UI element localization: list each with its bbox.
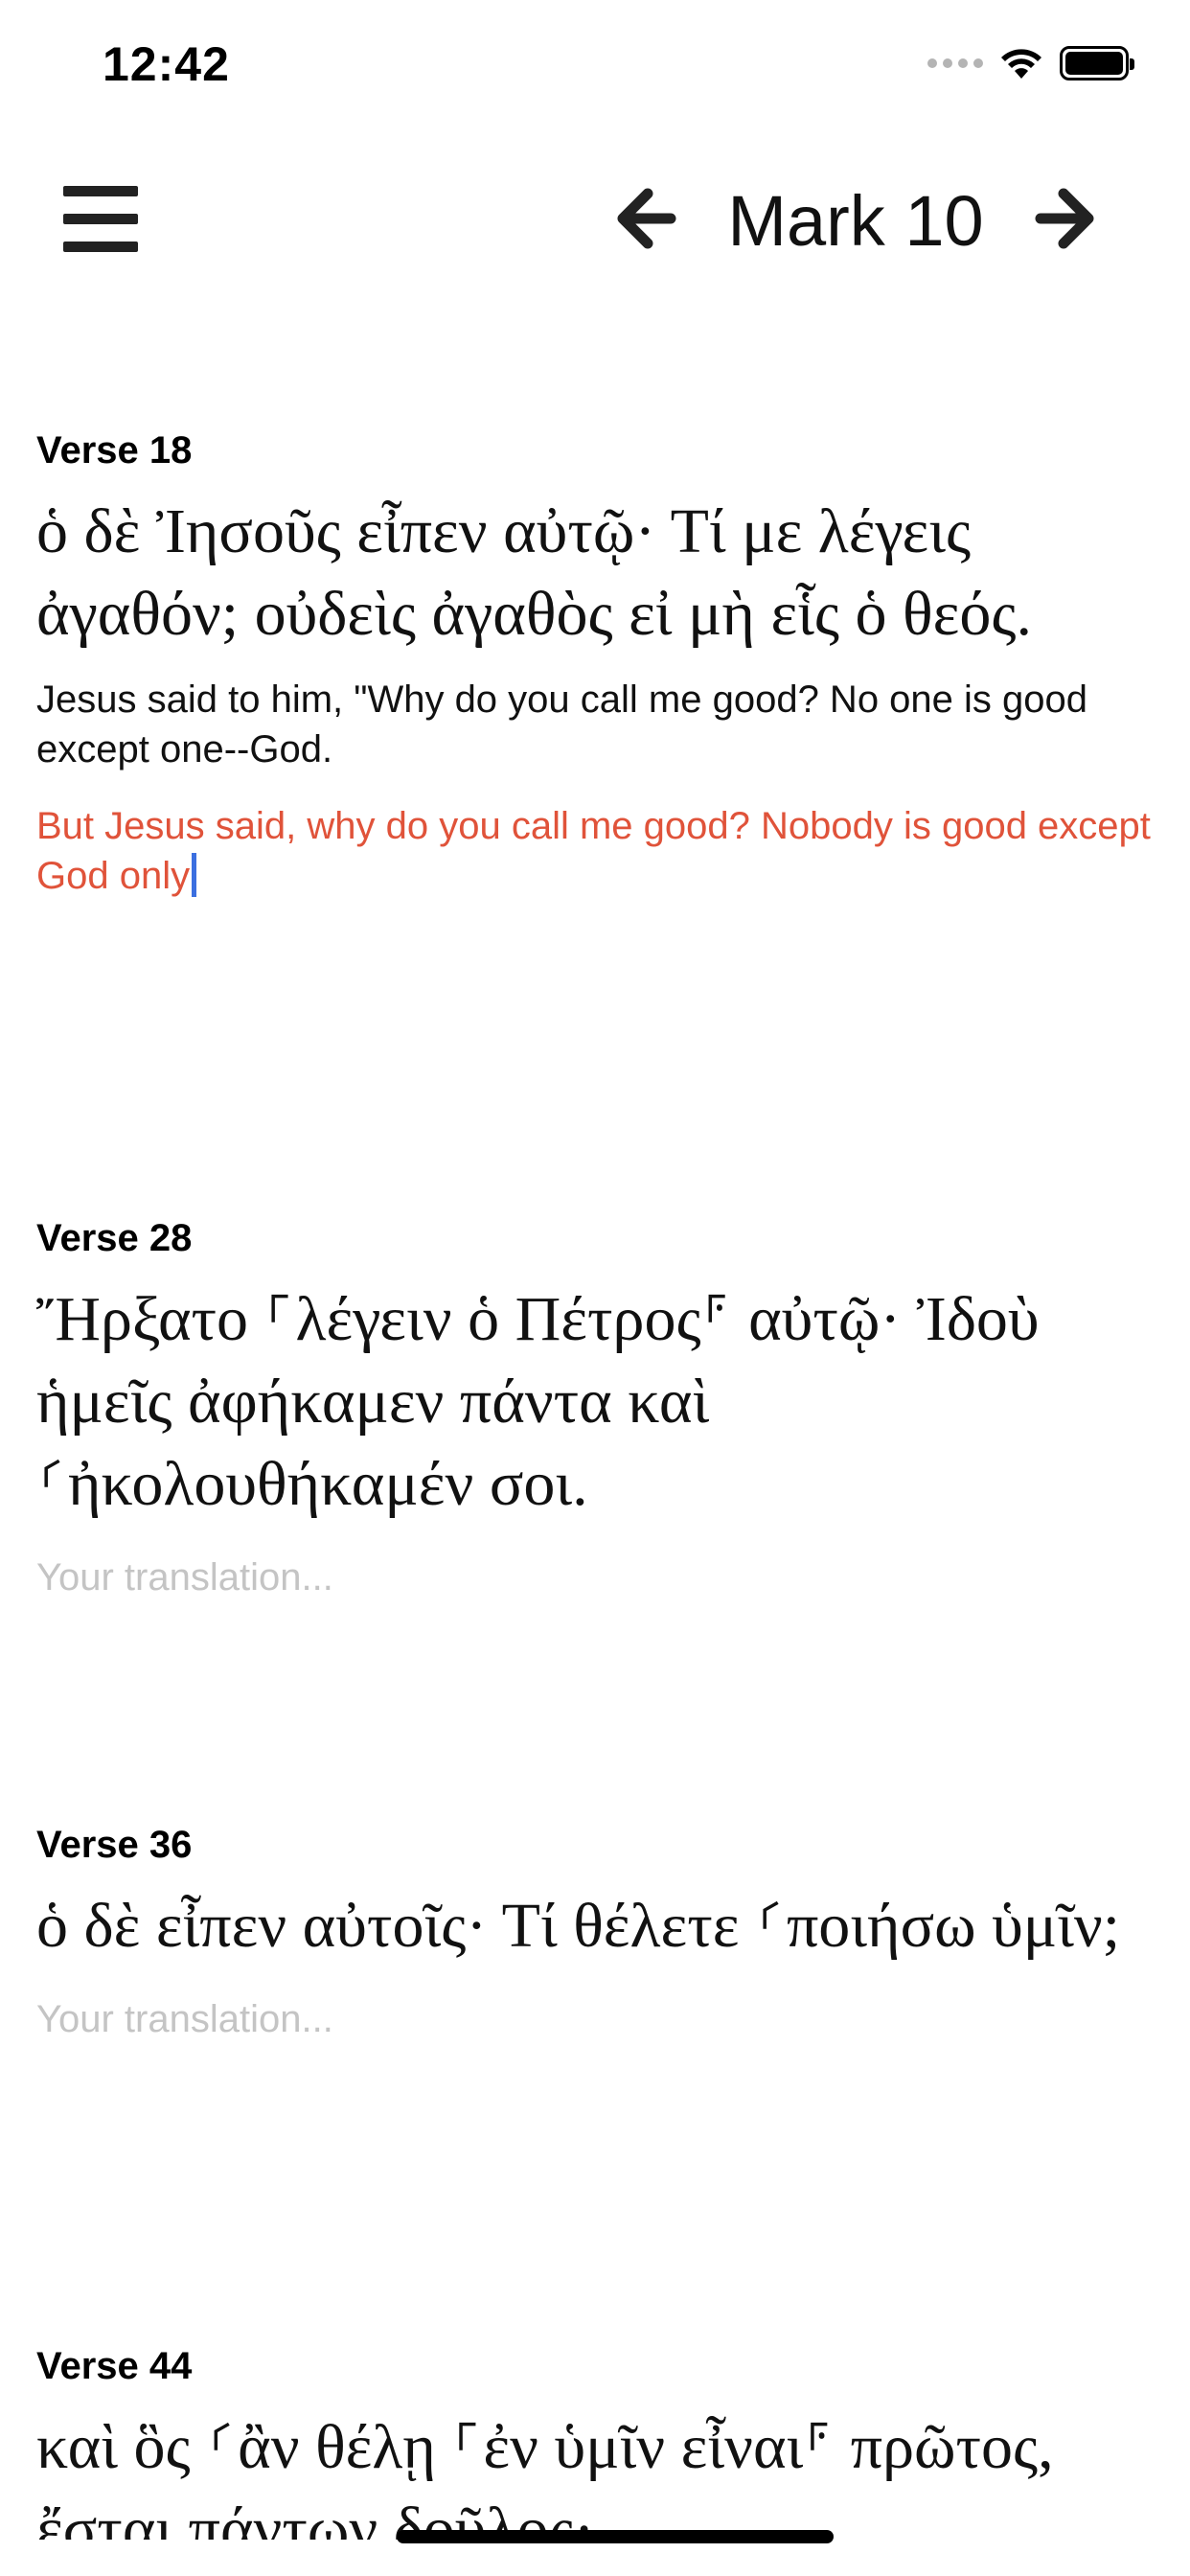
translation-text: But Jesus said, why do you call me good?… bbox=[36, 805, 1151, 897]
greek-text: ὁ δὲ εἶπεν αὐτοῖς· Τί θέλετε ⸂ποιήσω ὑμῖ… bbox=[36, 1891, 1121, 1961]
verse-label: Verse 36 bbox=[36, 1824, 193, 1866]
verse-label: Verse 28 bbox=[36, 1217, 193, 1259]
greek-text: ὁ δὲ Ἰησοῦς εἶπεν αὐτῷ· Τί με λέγεις ἀγα… bbox=[36, 496, 1033, 649]
translation-field[interactable]: Your translation... bbox=[36, 1552, 1157, 1602]
nav-bar: Mark 10 bbox=[0, 163, 1190, 278]
verse-card: Verse 28 Ἤρξατο ⸀λέγειν ὁ Πέτρος⸁ αὐτῷ· … bbox=[36, 1209, 1157, 1602]
signal-icon bbox=[927, 58, 983, 68]
greek-text: καὶ ὃς ⸂ἂν θέλῃ ⸀ἐν ὑμῖν εἶναι⸁ πρῶτος, … bbox=[36, 2412, 1054, 2540]
greek-text: Ἤρξατο ⸀λέγειν ὁ Πέτρος⸁ αὐτῷ· Ἰδοὺ ἡμεῖ… bbox=[36, 1284, 1040, 1519]
battery-icon bbox=[1060, 46, 1134, 80]
verse-label: Verse 44 bbox=[36, 2345, 193, 2387]
chapter-title: Mark 10 bbox=[727, 181, 984, 261]
text-cursor bbox=[192, 853, 197, 897]
status-time: 12:42 bbox=[103, 37, 230, 91]
arrow-right-icon[interactable] bbox=[1033, 186, 1098, 251]
home-indicator[interactable] bbox=[397, 2530, 834, 2543]
status-bar: 12:42 bbox=[0, 0, 1190, 134]
verse-label: Verse 18 bbox=[36, 429, 193, 472]
verse-list[interactable]: Verse 18 ὁ δὲ Ἰησοῦς εἶπεν αὐτῷ· Τί με λ… bbox=[36, 422, 1157, 2540]
verse-card: Verse 18 ὁ δὲ Ἰησοῦς εἶπεν αὐτῷ· Τί με λ… bbox=[36, 422, 1157, 901]
translation-field[interactable]: Your translation... bbox=[36, 1994, 1157, 2044]
status-icons bbox=[927, 44, 1134, 82]
arrow-left-icon[interactable] bbox=[613, 186, 678, 251]
verse-card: Verse 36 ὁ δὲ εἶπεν αὐτοῖς· Τί θέλετε ⸂π… bbox=[36, 1816, 1157, 2044]
verse-card: Verse 44 καὶ ὃς ⸂ἂν θέλῃ ⸀ἐν ὑμῖν εἶναι⸁… bbox=[36, 2337, 1157, 2540]
wifi-icon bbox=[1001, 49, 1041, 79]
english-text: Jesus said to him, "Why do you call me g… bbox=[36, 678, 1088, 770]
hamburger-menu-icon[interactable] bbox=[63, 184, 138, 253]
translation-field[interactable]: But Jesus said, why do you call me good?… bbox=[36, 801, 1157, 901]
